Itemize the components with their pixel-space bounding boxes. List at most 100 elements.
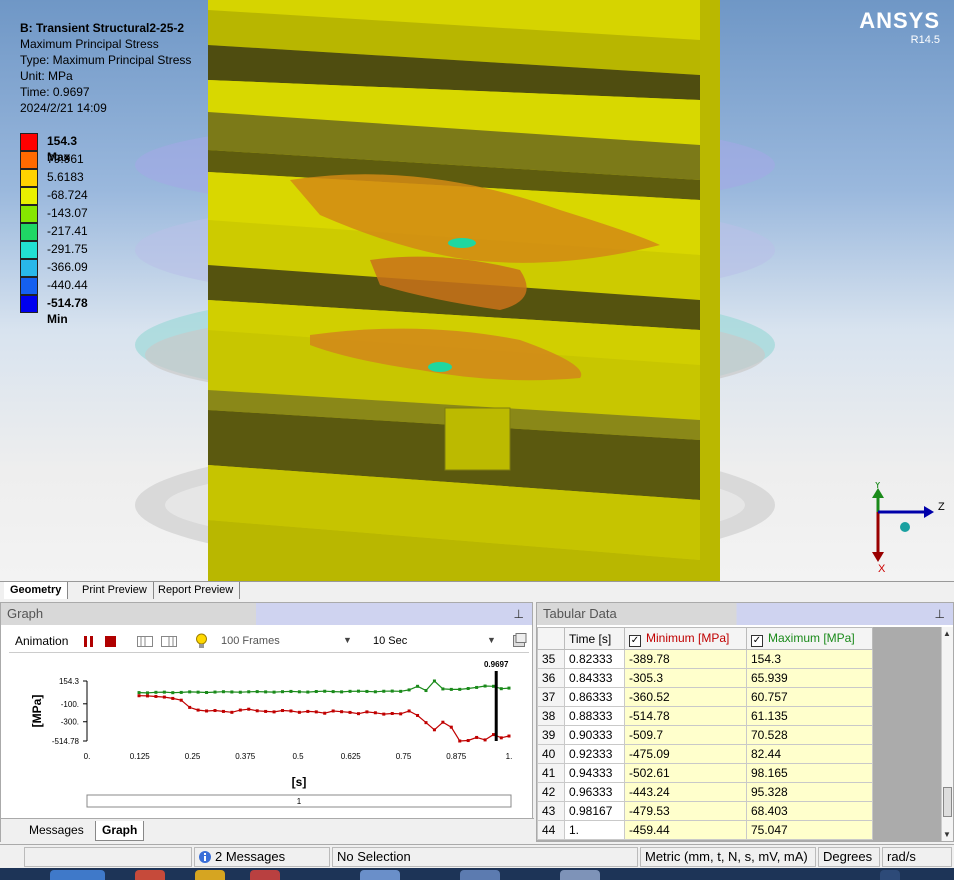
tab-report-preview[interactable]: Report Preview xyxy=(152,582,241,599)
graphics-viewport[interactable]: B: Transient Structural2-25-2 Maximum Pr… xyxy=(0,0,954,598)
series-point xyxy=(373,690,377,694)
messages-indicator[interactable]: 2 Messages xyxy=(194,847,330,867)
taskbar-app-icon[interactable] xyxy=(460,870,500,880)
frames-dropdown-icon[interactable]: ▼ xyxy=(343,635,352,645)
scroll-up-icon[interactable]: ▲ xyxy=(943,629,951,638)
minimum-checkbox[interactable]: ✓ xyxy=(629,634,641,647)
message-bubble-icon xyxy=(199,851,211,863)
taskbar-app-icon[interactable] xyxy=(195,870,225,880)
pause-icon[interactable] xyxy=(83,636,94,647)
table-row[interactable]: 43 0.98167 -479.53 68.403 xyxy=(537,801,873,821)
frames-select[interactable]: 100 Frames xyxy=(221,635,280,647)
scroll-thumb[interactable] xyxy=(943,787,952,817)
maximum-cell: 65.939 xyxy=(746,668,873,688)
axis-triad[interactable]: Y Z X xyxy=(860,482,950,582)
brand-version: R14.5 xyxy=(910,34,940,46)
series-point xyxy=(340,690,344,694)
pin-icon[interactable]: ⊥ xyxy=(935,603,945,625)
table-row[interactable]: 37 0.86333 -360.52 60.757 xyxy=(537,687,873,707)
time-cell: 0.98167 xyxy=(564,801,625,821)
unit-system[interactable]: Metric (mm, t, N, s, mV, mA) xyxy=(640,847,816,867)
table-row[interactable]: 39 0.90333 -509.7 70.528 xyxy=(537,725,873,745)
row-index: 41 xyxy=(537,763,565,783)
table-row[interactable]: 44 1. -459.44 75.047 xyxy=(537,820,873,840)
tab-messages[interactable]: Messages xyxy=(23,821,90,841)
graph-panel-title: Graph xyxy=(7,606,44,621)
tab-geometry[interactable]: Geometry xyxy=(4,582,69,599)
legend-label: 79.961 xyxy=(47,152,84,166)
series-point xyxy=(281,690,285,694)
table-row[interactable]: 41 0.94333 -502.61 98.165 xyxy=(537,763,873,783)
series-point xyxy=(441,720,445,724)
animation-label: Animation xyxy=(15,634,69,648)
series-point xyxy=(399,689,403,693)
legend-swatch xyxy=(20,295,38,313)
series-point xyxy=(179,698,183,702)
maximum-checkbox[interactable]: ✓ xyxy=(751,634,763,647)
series-point xyxy=(340,710,344,714)
minimum-cell: -514.78 xyxy=(624,706,747,726)
series-point xyxy=(492,684,496,688)
taskbar-app-icon[interactable] xyxy=(135,870,165,880)
series-point xyxy=(196,708,200,712)
next-frame-icon[interactable] xyxy=(161,636,177,647)
series-point xyxy=(179,690,183,694)
header-minimum[interactable]: ✓ Minimum [MPa] xyxy=(624,627,747,650)
header-index xyxy=(537,627,565,650)
series-point xyxy=(171,691,175,695)
scroll-down-icon[interactable]: ▼ xyxy=(943,830,951,839)
series-point xyxy=(213,690,217,694)
previous-frame-icon[interactable] xyxy=(137,636,153,647)
legend-swatch xyxy=(20,133,38,151)
tab-graph[interactable]: Graph xyxy=(95,821,145,841)
series-point xyxy=(137,694,141,698)
legend-label: -68.724 xyxy=(47,188,88,202)
series-point xyxy=(145,694,149,698)
header-maximum[interactable]: ✓ Maximum [MPa] xyxy=(746,627,873,650)
series-point xyxy=(365,689,369,693)
header-time[interactable]: Time [s] xyxy=(564,627,625,650)
table-row[interactable]: 42 0.96333 -443.24 95.328 xyxy=(537,782,873,802)
table-row[interactable]: 35 0.82333 -389.78 154.3 xyxy=(537,649,873,669)
time-cell: 0.96333 xyxy=(564,782,625,802)
series-point xyxy=(154,694,158,698)
minimum-cell: -459.44 xyxy=(624,820,747,840)
table-row[interactable]: 38 0.88333 -514.78 61.135 xyxy=(537,706,873,726)
angle-units[interactable]: Degrees xyxy=(818,847,880,867)
series-point xyxy=(356,712,360,716)
taskbar-clock[interactable] xyxy=(880,870,900,880)
graph-panel: Graph ⊥ Animation 100 Frames ▼ 10 Sec ▼ … xyxy=(0,602,534,842)
brand-name: ANSYS xyxy=(859,8,940,33)
legend-label: -217.41 xyxy=(47,224,88,238)
tab-print-preview[interactable]: Print Preview xyxy=(76,582,154,599)
taskbar-app-icon[interactable] xyxy=(360,870,400,880)
taskbar-start-icon[interactable] xyxy=(50,870,105,880)
export-video-icon[interactable] xyxy=(513,633,527,647)
result-time: Time: 0.9697 xyxy=(20,85,90,99)
stop-icon[interactable] xyxy=(105,636,116,647)
series-point xyxy=(238,690,242,694)
row-index: 36 xyxy=(537,668,565,688)
rotation-units[interactable]: rad/s xyxy=(882,847,952,867)
animation-toolbar: Animation 100 Frames ▼ 10 Sec ▼ xyxy=(9,631,529,653)
duration-dropdown-icon[interactable]: ▼ xyxy=(487,635,496,645)
lightbulb-icon[interactable] xyxy=(195,633,208,649)
series-point xyxy=(272,710,276,714)
triad-y-label: Y xyxy=(874,482,882,491)
table-scrollbar[interactable]: ▲ ▼ xyxy=(941,627,953,841)
legend-label: -440.44 xyxy=(47,278,88,292)
taskbar-app-icon[interactable] xyxy=(250,870,280,880)
taskbar-app-icon[interactable] xyxy=(560,870,600,880)
graph-panel-header: Graph ⊥ xyxy=(1,603,532,625)
time-cell: 1. xyxy=(564,820,625,840)
table-row[interactable]: 40 0.92333 -475.09 82.44 xyxy=(537,744,873,764)
series-point xyxy=(390,689,394,693)
stress-time-chart[interactable]: 154.3 -100. -300. -514.78 0. 0.125 0.25 0.375 0.… xyxy=(1,653,534,818)
pin-icon[interactable]: ⊥ xyxy=(514,603,524,625)
triad-z-label: Z xyxy=(938,501,945,513)
series-point xyxy=(466,687,470,691)
duration-select[interactable]: 10 Sec xyxy=(373,635,407,647)
table-row[interactable]: 36 0.84333 -305.3 65.939 xyxy=(537,668,873,688)
minimum-cell: -475.09 xyxy=(624,744,747,764)
minimum-cell: -479.53 xyxy=(624,801,747,821)
